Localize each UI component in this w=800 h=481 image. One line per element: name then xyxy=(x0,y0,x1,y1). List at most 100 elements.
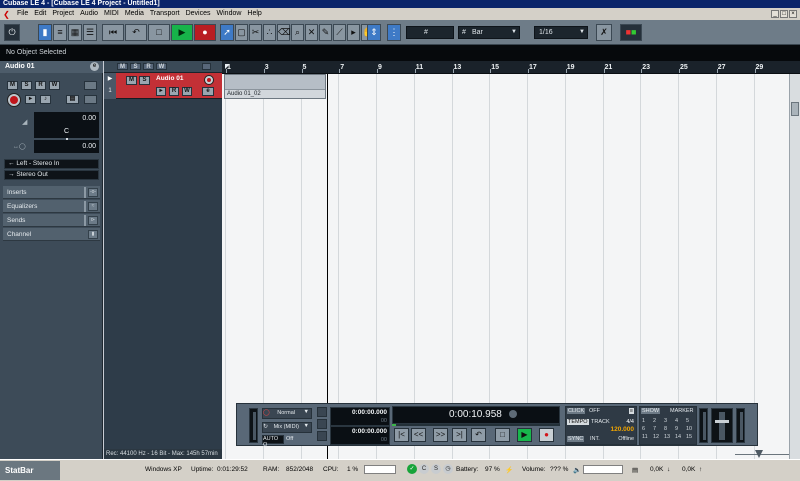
track-write-button[interactable]: W xyxy=(182,87,192,96)
close-icon[interactable]: × xyxy=(789,10,797,18)
marker-12-button[interactable]: 12 xyxy=(653,434,659,440)
input-routing-select[interactable]: ← Left - Stereo In xyxy=(4,159,99,169)
go-to-start-button[interactable]: ⏮ xyxy=(102,24,124,41)
record-mode-select[interactable]: ◯ Normal ▼ xyxy=(262,408,312,419)
channel-icon[interactable]: ▮ xyxy=(88,230,98,239)
inspector-track-title[interactable]: Audio 01 e xyxy=(0,61,103,73)
menu-file[interactable]: File xyxy=(14,8,31,20)
track-controls-settings-button[interactable] xyxy=(202,63,211,70)
overview-toggle-button[interactable]: ▦ xyxy=(68,24,82,41)
write-automation-button[interactable]: W xyxy=(49,81,60,90)
track-name[interactable]: Audio 01 xyxy=(156,75,183,82)
global-write-button[interactable]: W xyxy=(156,63,167,70)
inspector-section-equalizers[interactable]: Equalizers ≈ xyxy=(3,200,100,213)
marker-1-button[interactable]: 1 xyxy=(642,418,645,424)
crossfade-button[interactable]: ✗ xyxy=(596,24,612,41)
track-delay-field[interactable]: 0.00 xyxy=(34,140,99,153)
play-tool[interactable]: ▸ xyxy=(347,24,360,41)
line-tool[interactable]: ⟋ xyxy=(333,24,346,41)
tempo-value[interactable]: 120.000 xyxy=(611,426,635,433)
read-automation-button[interactable]: R xyxy=(35,81,46,90)
track-solo-button[interactable]: S xyxy=(139,76,150,85)
activate-project-button[interactable]: ⏻ xyxy=(4,24,20,41)
color-palette-button[interactable]: ■■ xyxy=(620,24,642,41)
marker-2-button[interactable]: 2 xyxy=(653,418,656,424)
master-fader[interactable] xyxy=(711,408,733,443)
grid-type-select[interactable]: # xyxy=(406,26,454,39)
cubase-logo-icon[interactable]: ❮ xyxy=(2,10,11,19)
volume-field[interactable]: 0.00 xyxy=(34,112,99,125)
horizontal-zoom-slider[interactable] xyxy=(735,450,789,459)
snap-grid-select[interactable]: # Bar ▼ xyxy=(458,26,520,39)
pool-button[interactable]: ☰ xyxy=(83,24,97,41)
split-tool[interactable]: ✂ xyxy=(249,24,262,41)
eq-icon[interactable]: ≈ xyxy=(88,202,98,211)
menu-edit[interactable]: Edit xyxy=(31,8,49,20)
zoom-tool[interactable]: ⌕ xyxy=(291,24,304,41)
menu-window[interactable]: Window xyxy=(214,8,245,20)
sends-icon[interactable]: ⊳ xyxy=(88,216,98,225)
project-cursor[interactable] xyxy=(327,74,328,459)
statbar-title[interactable]: StatBar xyxy=(0,461,60,480)
pan-field[interactable]: C xyxy=(34,125,99,138)
marker-6-button[interactable]: 6 xyxy=(642,426,645,432)
position-slider[interactable] xyxy=(392,424,560,426)
auto-quantize-button[interactable]: AUTO Q xyxy=(262,435,284,448)
inserts-icon[interactable]: -o- xyxy=(88,188,98,197)
event-display[interactable]: Audio 01_02 xyxy=(222,74,789,459)
scroll-thumb[interactable] xyxy=(791,102,799,116)
menu-media[interactable]: Media xyxy=(122,8,147,20)
transport-forward-button[interactable]: >> xyxy=(433,428,448,442)
inspector-section-channel[interactable]: Channel ▮ xyxy=(3,228,100,241)
primary-time-display[interactable]: 0:00:10.958 xyxy=(392,406,560,424)
settings-icon[interactable]: e xyxy=(90,62,99,71)
tempo-label[interactable]: TEMPO xyxy=(567,419,589,425)
status-green-icon[interactable]: ✓ xyxy=(407,464,417,474)
menu-devices[interactable]: Devices xyxy=(183,8,214,20)
global-mute-button[interactable]: M xyxy=(117,63,128,70)
volume-meter[interactable] xyxy=(583,465,623,474)
audio-event[interactable]: Audio 01_02 xyxy=(224,74,326,99)
marker-14-button[interactable]: 14 xyxy=(675,434,681,440)
transport-rewind-button[interactable]: << xyxy=(411,428,426,442)
left-locator-display[interactable]: 0:00:00.000 00 xyxy=(330,407,390,426)
inspector-section-sends[interactable]: Sends ⊳ xyxy=(3,214,100,227)
snap-button[interactable]: ⋮ xyxy=(387,24,401,41)
global-read-button[interactable]: R xyxy=(143,63,154,70)
track-record-enable-button[interactable] xyxy=(204,75,214,85)
transport-record-button[interactable]: ● xyxy=(539,428,554,442)
speaker-icon[interactable]: 🔈 xyxy=(573,466,581,474)
c-drive-icon[interactable]: C xyxy=(419,464,429,474)
marker-15-button[interactable]: 15 xyxy=(686,434,692,440)
transport-stop-button[interactable]: □ xyxy=(495,428,510,442)
menu-audio[interactable]: Audio xyxy=(77,8,101,20)
marker-9-button[interactable]: 9 xyxy=(675,426,678,432)
inspector-section-inserts[interactable]: Inserts -o- xyxy=(3,186,100,199)
s-drive-icon[interactable]: S xyxy=(431,464,441,474)
object-selection-tool[interactable]: ➚ xyxy=(220,24,234,41)
timeline-ruler[interactable]: 1 3 5 7 9 11 13 15 17 19 21 23 25 27 29 xyxy=(222,61,800,74)
marker-4-button[interactable]: 4 xyxy=(675,418,678,424)
transport-go-to-end-button[interactable]: >| xyxy=(452,428,467,442)
show-markers-label[interactable]: SHOW xyxy=(641,408,661,414)
edit-channel-button[interactable]: ▤ xyxy=(66,95,79,104)
marker-7-button[interactable]: 7 xyxy=(653,426,656,432)
click-label[interactable]: CLICK xyxy=(567,408,586,414)
inspector-toggle-button[interactable]: ▮ xyxy=(38,24,52,41)
expand-icon[interactable]: ▶ xyxy=(104,73,116,85)
menu-transport[interactable]: Transport xyxy=(147,8,183,20)
marker-13-button[interactable]: 13 xyxy=(664,434,670,440)
marker-11-button[interactable]: 11 xyxy=(642,434,648,440)
marker-8-button[interactable]: 8 xyxy=(664,426,667,432)
track-read-button[interactable]: R xyxy=(169,87,179,96)
play-button[interactable]: ▶ xyxy=(171,24,193,41)
menu-help[interactable]: Help xyxy=(244,8,264,20)
stop-button[interactable]: □ xyxy=(148,24,170,41)
transport-cycle-button[interactable]: ↶ xyxy=(471,428,486,442)
menu-midi[interactable]: MIDI xyxy=(101,8,122,20)
record-button[interactable]: ● xyxy=(194,24,216,41)
mute-button[interactable]: M xyxy=(7,81,18,90)
right-locator-button[interactable] xyxy=(317,431,327,441)
clock-icon[interactable]: ◷ xyxy=(443,464,453,474)
fader-handle[interactable] xyxy=(715,420,729,423)
